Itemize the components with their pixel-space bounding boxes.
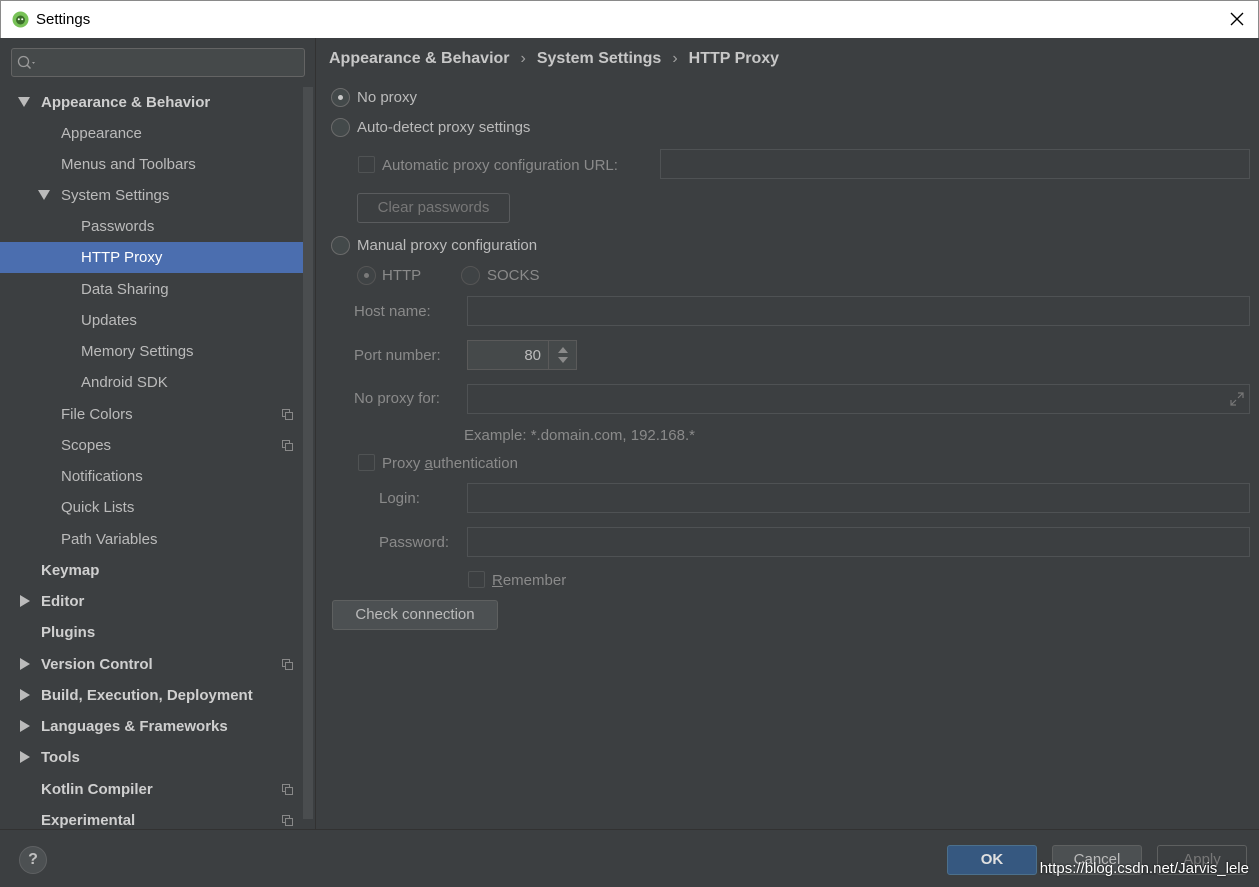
host-name-label: Host name: (354, 303, 431, 320)
tree-item-system-settings[interactable]: System Settings (0, 180, 304, 211)
tree-item-passwords[interactable]: Passwords (0, 211, 304, 242)
port-number-label: Port number: (354, 347, 441, 364)
auto-config-url-field[interactable] (660, 149, 1250, 179)
tree-item-editor[interactable]: Editor (0, 586, 304, 617)
tree-item-android-sdk[interactable]: Android SDK (0, 367, 304, 398)
remember-checkbox[interactable] (468, 571, 485, 588)
project-level-icon (282, 815, 293, 826)
tree-item-notifications[interactable]: Notifications (0, 461, 304, 492)
password-label: Password: (379, 534, 450, 551)
chevron-right-icon[interactable] (20, 751, 30, 763)
breadcrumb-separator: › (520, 50, 526, 67)
http-label: HTTP (382, 267, 422, 284)
project-level-icon (282, 440, 293, 451)
auto-config-url-label: Automatic proxy configuration URL: (382, 157, 618, 174)
project-level-icon (282, 409, 293, 420)
chevron-down-icon[interactable] (18, 97, 30, 107)
arrow-down-icon[interactable] (558, 357, 568, 363)
tree-item-path-variables[interactable]: Path Variables (0, 524, 304, 555)
remember-label: Remember (492, 572, 567, 589)
tree-item-keymap[interactable]: Keymap (0, 555, 304, 586)
tree-item-kotlin-compiler[interactable]: Kotlin Compiler (0, 774, 304, 805)
close-icon[interactable] (1222, 5, 1252, 33)
title-bar: Settings (0, 0, 1259, 38)
no-proxy-for-field[interactable] (467, 384, 1250, 414)
tree-item-appearance-behavior[interactable]: Appearance & Behavior (0, 87, 304, 118)
breadcrumb: Appearance & Behavior › System Settings › HT… (329, 50, 779, 68)
chevron-right-icon[interactable] (20, 595, 30, 607)
settings-tree: Appearance & Behavior Appearance Menus a… (0, 87, 304, 829)
socks-label: SOCKS (487, 267, 540, 284)
port-number-stepper[interactable]: 80 (467, 340, 577, 370)
tree-item-data-sharing[interactable]: Data Sharing (0, 274, 304, 305)
watermark-text: https://blog.csdn.net/Jarvis_lele (1039, 860, 1249, 877)
auto-detect-label: Auto-detect proxy settings (357, 119, 531, 136)
search-input[interactable] (11, 48, 305, 77)
arrow-up-icon[interactable] (558, 347, 568, 353)
proxy-authentication-checkbox[interactable] (358, 454, 375, 471)
project-level-icon (282, 659, 293, 670)
breadcrumb-item: Appearance & Behavior (329, 50, 510, 67)
chevron-right-icon[interactable] (20, 720, 30, 732)
sidebar-scrollbar[interactable] (303, 87, 313, 819)
auto-config-url-checkbox[interactable] (358, 156, 375, 173)
check-connection-button[interactable]: Check connection (332, 600, 498, 630)
tree-item-quick-lists[interactable]: Quick Lists (0, 492, 304, 523)
password-field[interactable] (467, 527, 1250, 557)
window-title: Settings (36, 11, 91, 28)
tree-item-http-proxy[interactable]: HTTP Proxy (0, 242, 304, 273)
auto-detect-radio[interactable] (331, 118, 350, 137)
no-proxy-for-label: No proxy for: (354, 390, 440, 407)
tree-item-languages-frameworks[interactable]: Languages & Frameworks (0, 711, 304, 742)
host-name-field[interactable] (467, 296, 1250, 326)
clear-passwords-button[interactable]: Clear passwords (357, 193, 510, 223)
proxy-authentication-label: Proxy authentication (382, 455, 518, 472)
tree-item-experimental[interactable]: Experimental (0, 805, 304, 829)
http-proxy-panel: Appearance & Behavior › System Settings › HT… (317, 38, 1259, 829)
tree-item-memory-settings[interactable]: Memory Settings (0, 336, 304, 367)
stepper-arrows[interactable] (548, 341, 576, 369)
breadcrumb-item: System Settings (536, 50, 662, 67)
tree-item-menus-toolbars[interactable]: Menus and Toolbars (0, 149, 304, 180)
settings-sidebar: Appearance & Behavior Appearance Menus a… (0, 38, 316, 829)
no-proxy-radio[interactable] (331, 88, 350, 107)
manual-proxy-radio[interactable] (331, 236, 350, 255)
breadcrumb-item-current: HTTP Proxy (688, 50, 780, 67)
tree-item-build-execution-deployment[interactable]: Build, Execution, Deployment (0, 680, 304, 711)
tree-item-appearance[interactable]: Appearance (0, 118, 304, 149)
tree-item-updates[interactable]: Updates (0, 305, 304, 336)
no-proxy-label: No proxy (357, 89, 418, 106)
ok-button[interactable]: OK (947, 845, 1037, 875)
chevron-down-icon[interactable] (38, 190, 50, 200)
login-label: Login: (379, 490, 420, 507)
chevron-right-icon[interactable] (20, 689, 30, 701)
chevron-right-icon[interactable] (20, 658, 30, 670)
tree-item-plugins[interactable]: Plugins (0, 617, 304, 648)
search-icon (17, 55, 35, 70)
port-number-value: 80 (524, 347, 541, 364)
no-proxy-example: Example: *.domain.com, 192.168.* (464, 427, 695, 444)
manual-proxy-label: Manual proxy configuration (357, 237, 538, 254)
tree-item-version-control[interactable]: Version Control (0, 649, 304, 680)
login-field[interactable] (467, 483, 1250, 513)
tree-item-scopes[interactable]: Scopes (0, 430, 304, 461)
project-level-icon (282, 784, 293, 795)
dialog-footer: ? OK Cancel Apply https://blog.csdn.net/… (0, 829, 1259, 887)
socks-radio[interactable] (461, 266, 480, 285)
expand-icon[interactable] (1229, 391, 1245, 407)
help-button[interactable]: ? (19, 846, 47, 874)
http-radio[interactable] (357, 266, 376, 285)
breadcrumb-separator: › (672, 50, 678, 67)
tree-item-file-colors[interactable]: File Colors (0, 399, 304, 430)
android-studio-icon (12, 11, 29, 28)
tree-item-tools[interactable]: Tools (0, 742, 304, 773)
